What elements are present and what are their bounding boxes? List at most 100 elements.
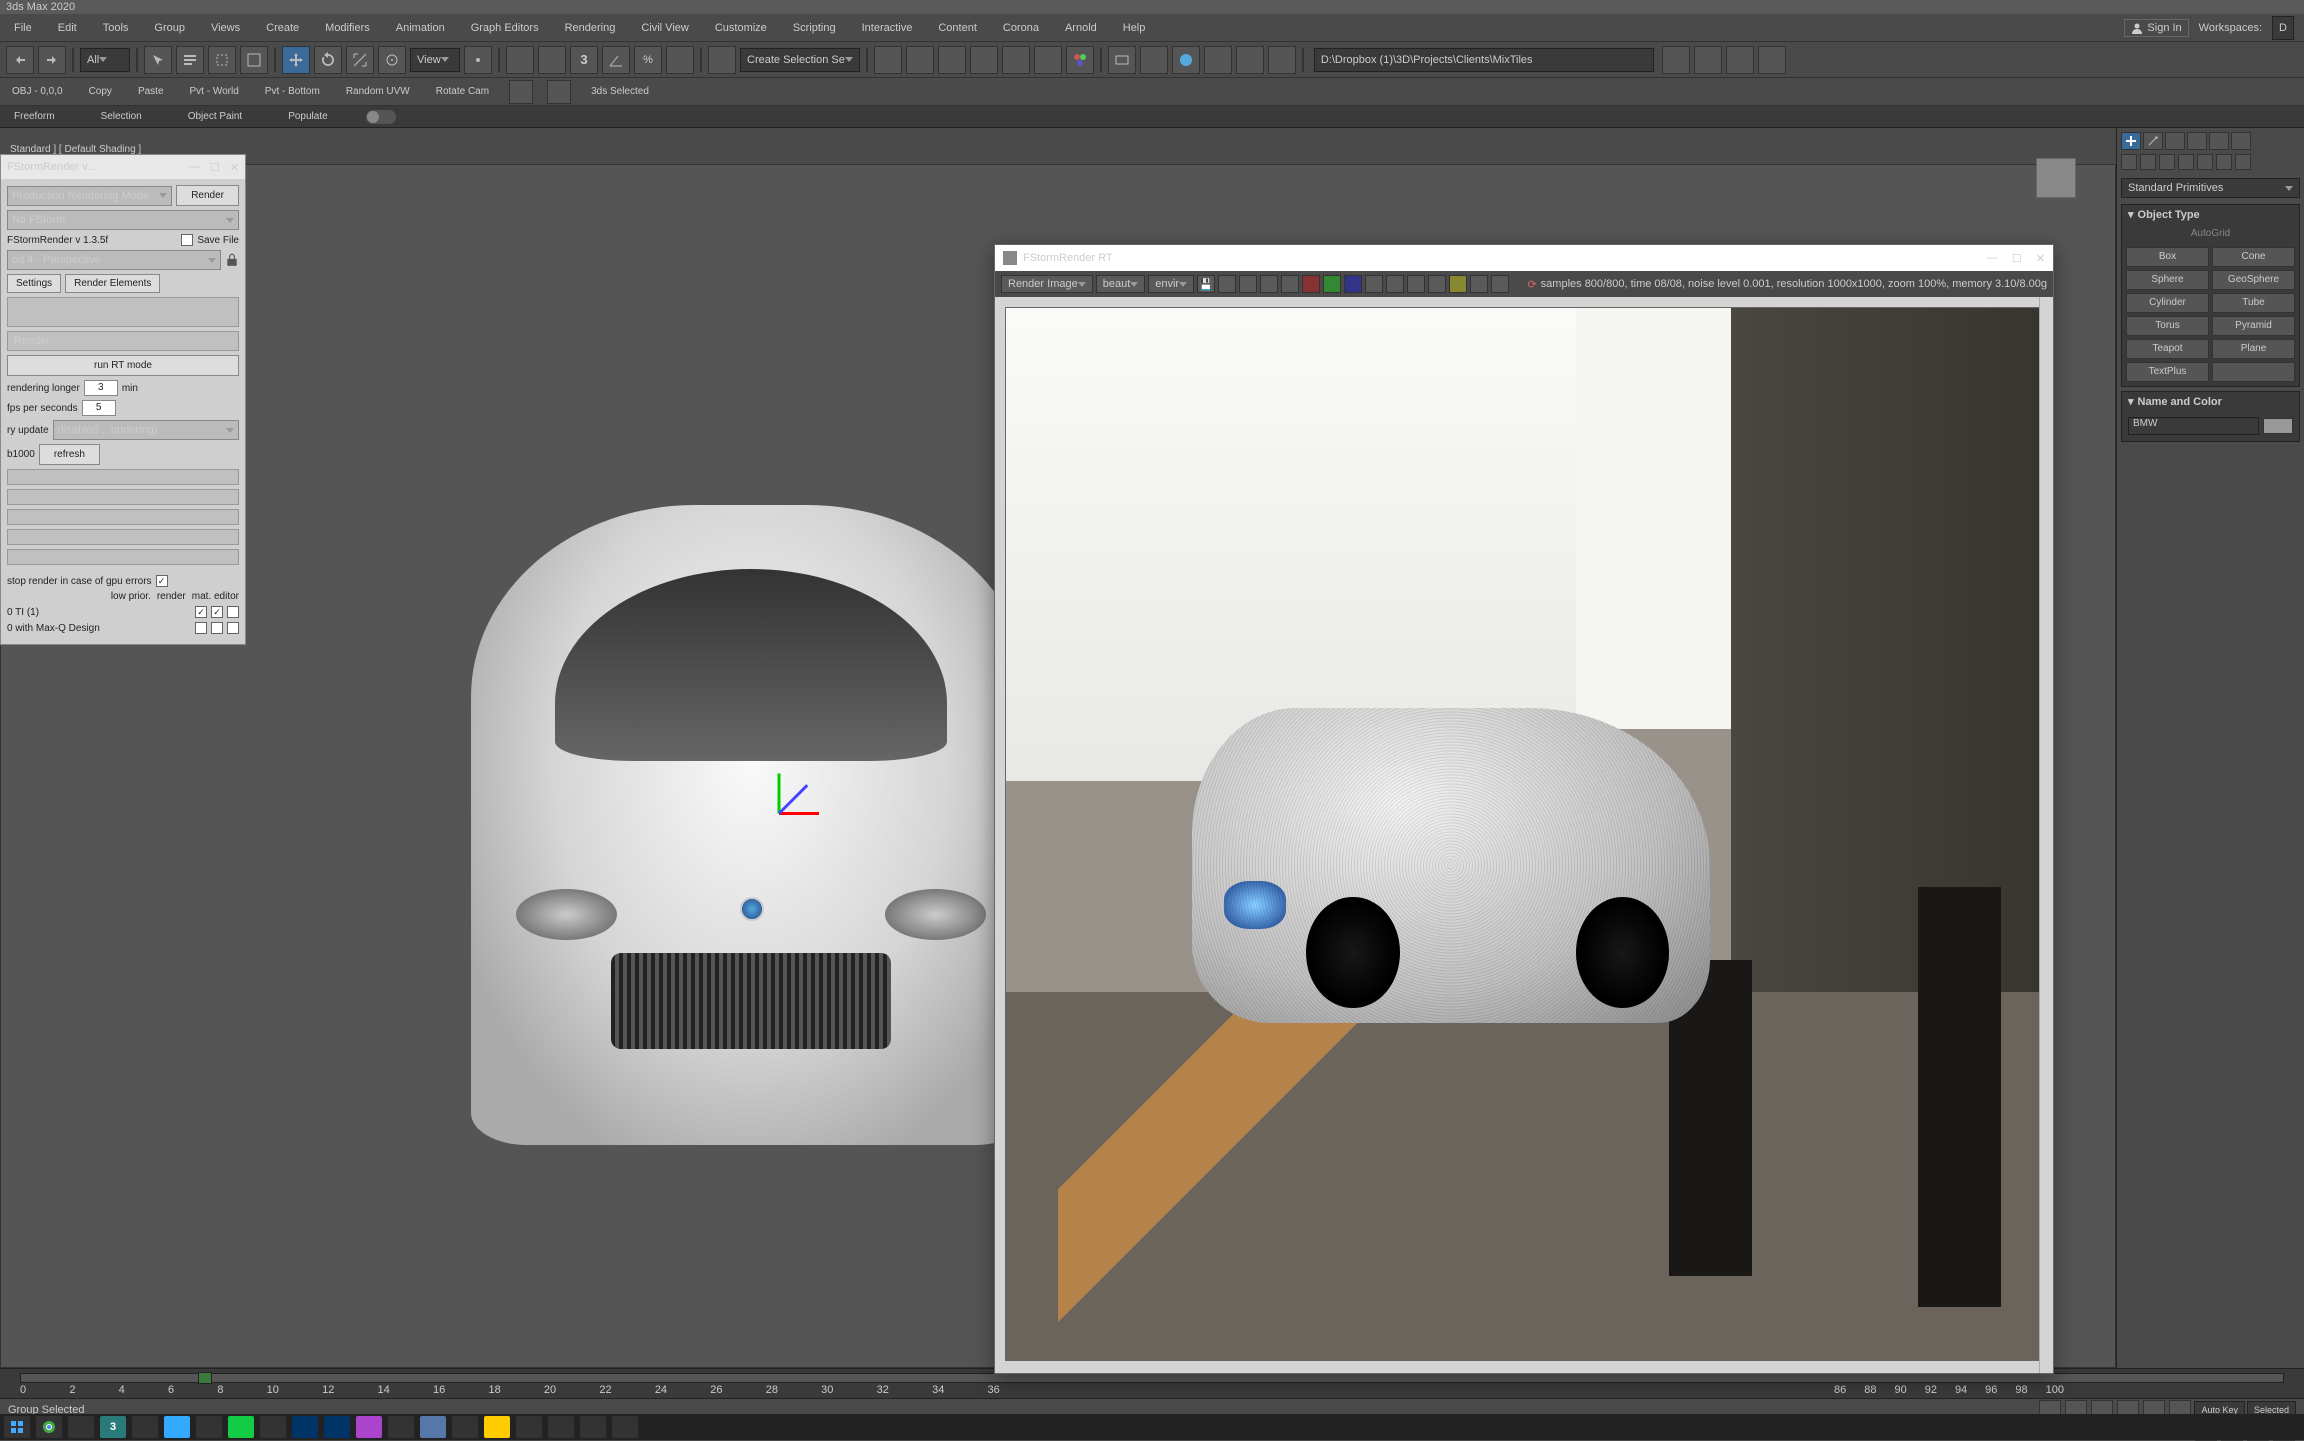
- snap-toggle-button[interactable]: 3: [570, 46, 598, 74]
- menu-create[interactable]: Create: [262, 20, 303, 36]
- taskbar-dropbox-icon[interactable]: [68, 1416, 94, 1438]
- object-name-input[interactable]: BMW: [2128, 417, 2259, 435]
- taskbar-app-2[interactable]: [260, 1416, 286, 1438]
- mirror-button[interactable]: [874, 46, 902, 74]
- rt-btn-13[interactable]: [1449, 275, 1467, 293]
- spacewarps-icon[interactable]: [2216, 154, 2232, 170]
- stop-render-checkbox[interactable]: [156, 575, 168, 587]
- select-scale-button[interactable]: [346, 46, 374, 74]
- taskbar-notepad-icon[interactable]: [388, 1416, 414, 1438]
- lock-icon[interactable]: [225, 253, 239, 267]
- curve-editor-button[interactable]: [1002, 46, 1030, 74]
- maxq-chk2[interactable]: [211, 622, 223, 634]
- prim-torus[interactable]: Torus: [2126, 316, 2209, 336]
- signin-button[interactable]: Sign In: [2124, 19, 2188, 37]
- undo-button[interactable]: [6, 46, 34, 74]
- window-crossing-button[interactable]: [240, 46, 268, 74]
- section-2[interactable]: [7, 469, 239, 485]
- select-move-button[interactable]: [282, 46, 310, 74]
- menu-group[interactable]: Group: [150, 20, 189, 36]
- menu-animation[interactable]: Animation: [392, 20, 449, 36]
- section-4[interactable]: [7, 509, 239, 525]
- start-button[interactable]: [4, 1416, 30, 1438]
- geometry-icon[interactable]: [2121, 154, 2137, 170]
- select-rotate-button[interactable]: [314, 46, 342, 74]
- maximize-icon[interactable]: ☐: [2012, 252, 2022, 265]
- close-icon[interactable]: ✕: [2036, 252, 2045, 265]
- close-icon[interactable]: ✕: [230, 161, 239, 174]
- rt-alpha-channel[interactable]: [1365, 275, 1383, 293]
- prim-sphere[interactable]: Sphere: [2126, 270, 2209, 290]
- menu-file[interactable]: File: [10, 20, 36, 36]
- prim-plane[interactable]: Plane: [2212, 339, 2295, 359]
- section-render[interactable]: Render: [7, 331, 239, 351]
- script-icon-1[interactable]: [509, 80, 533, 104]
- project-path-field[interactable]: D:\Dropbox (1)\3D\Projects\Clients\MixTi…: [1314, 48, 1654, 72]
- render-button[interactable]: Render: [176, 185, 239, 206]
- save-file-checkbox[interactable]: [181, 234, 193, 246]
- prim-cylinder[interactable]: Cylinder: [2126, 293, 2209, 313]
- prim-box[interactable]: Box: [2126, 247, 2209, 267]
- menu-rendering[interactable]: Rendering: [561, 20, 620, 36]
- sel-button[interactable]: 3ds Selected: [585, 84, 655, 99]
- select-place-button[interactable]: [378, 46, 406, 74]
- workspace-dropdown[interactable]: D: [2272, 16, 2294, 40]
- menu-corona[interactable]: Corona: [999, 20, 1043, 36]
- run-rt-button[interactable]: run RT mode: [7, 355, 239, 376]
- menu-help[interactable]: Help: [1119, 20, 1150, 36]
- maxq-chk1[interactable]: [195, 622, 207, 634]
- use-pivot-button[interactable]: [464, 46, 492, 74]
- ref-coord-dropdown[interactable]: View: [410, 48, 460, 72]
- taskbar-app-5[interactable]: [484, 1416, 510, 1438]
- menu-graph-editors[interactable]: Graph Editors: [467, 20, 543, 36]
- rendered-frame-button[interactable]: [1140, 46, 1168, 74]
- ti-chk2[interactable]: [211, 606, 223, 618]
- gizmo-x-axis[interactable]: [779, 812, 819, 815]
- rt-save-icon[interactable]: 💾: [1197, 275, 1215, 293]
- taskbar-app-9[interactable]: [612, 1416, 638, 1438]
- material-editor-button[interactable]: [1066, 46, 1094, 74]
- rt-blue-channel[interactable]: [1344, 275, 1362, 293]
- rt-btn-5[interactable]: [1281, 275, 1299, 293]
- taskbar-app-8[interactable]: [580, 1416, 606, 1438]
- taskbar-3dsmax-icon[interactable]: 3: [100, 1416, 126, 1438]
- redo-button[interactable]: [38, 46, 66, 74]
- preset-dropdown[interactable]: No FStorm: [7, 210, 239, 230]
- prim-tube[interactable]: Tube: [2212, 293, 2295, 313]
- minimize-icon[interactable]: —: [189, 161, 200, 174]
- rendering-mode-dropdown[interactable]: Production Rendering Mode: [7, 186, 172, 206]
- prim-cone[interactable]: Cone: [2212, 247, 2295, 267]
- view-dropdown[interactable]: od 4 - Perspective: [7, 250, 221, 270]
- copy-button[interactable]: Copy: [83, 84, 118, 99]
- hierarchy-tab[interactable]: [2165, 132, 2185, 150]
- ti-chk3[interactable]: [227, 606, 239, 618]
- menu-views[interactable]: Views: [207, 20, 244, 36]
- angle-snap-button[interactable]: [602, 46, 630, 74]
- pvt-bottom-button[interactable]: Pvt - Bottom: [259, 84, 326, 99]
- rt-titlebar[interactable]: FStormRender RT — ☐ ✕: [995, 245, 2053, 271]
- category-dropdown[interactable]: Standard Primitives: [2121, 178, 2300, 198]
- maximize-icon[interactable]: ☐: [210, 161, 220, 174]
- maxq-chk3[interactable]: [227, 622, 239, 634]
- script-icon-2[interactable]: [547, 80, 571, 104]
- spinner-snap-button[interactable]: [666, 46, 694, 74]
- menu-interactive[interactable]: Interactive: [858, 20, 917, 36]
- edit-named-sel-button[interactable]: [708, 46, 736, 74]
- section-5[interactable]: [7, 529, 239, 545]
- project-btn-2[interactable]: [1694, 46, 1722, 74]
- render-setup-button[interactable]: [1108, 46, 1136, 74]
- random-uvw-button[interactable]: Random UVW: [340, 84, 416, 99]
- timeline-marker[interactable]: [198, 1372, 212, 1384]
- helpers-icon[interactable]: [2197, 154, 2213, 170]
- rt-environment-dropdown[interactable]: envir: [1148, 275, 1194, 293]
- taskbar-discord-icon[interactable]: [420, 1416, 446, 1438]
- minimize-icon[interactable]: —: [1987, 252, 1998, 265]
- menu-modifiers[interactable]: Modifiers: [321, 20, 374, 36]
- select-object-button[interactable]: [144, 46, 172, 74]
- rt-btn-11[interactable]: [1407, 275, 1425, 293]
- paste-button[interactable]: Paste: [132, 84, 170, 99]
- menu-arnold[interactable]: Arnold: [1061, 20, 1101, 36]
- project-btn-4[interactable]: [1758, 46, 1786, 74]
- display-tab[interactable]: [2209, 132, 2229, 150]
- reload-icon[interactable]: ⟳: [1527, 278, 1536, 291]
